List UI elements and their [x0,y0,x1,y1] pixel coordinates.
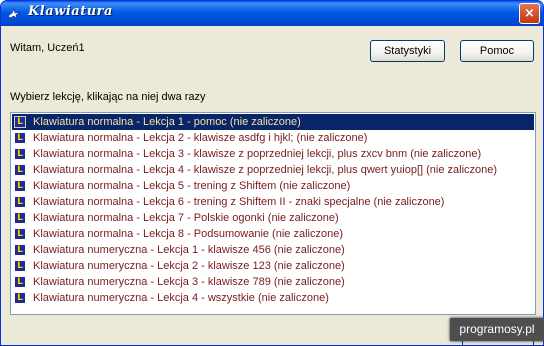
lesson-label: Klawiatura normalna - Lekcja 4 - klawisz… [33,164,498,176]
lesson-label: Klawiatura normalna - Lekcja 8 - Podsumo… [33,228,343,240]
lesson-item[interactable]: L Klawiatura normalna - Lekcja 2 - klawi… [12,130,534,146]
statistics-button[interactable]: Statystyki [370,40,445,62]
lesson-item[interactable]: L Klawiatura normalna - Lekcja 8 - Podsu… [12,226,534,242]
lesson-item[interactable]: L Klawiatura normalna - Lekcja 3 - klawi… [12,146,534,162]
bird-icon [7,8,21,20]
main-window: Klawiatura × Witam, Uczeń1 Statystyki Po… [0,0,544,346]
watermark-badge: programosy.pl [450,318,544,341]
lesson-label: Klawiatura normalna - Lekcja 2 - klawisz… [33,132,368,144]
lesson-list[interactable]: L Klawiatura normalna - Lekcja 1 - pomoc… [10,112,536,315]
close-button[interactable]: × [519,3,540,24]
lesson-item[interactable]: L Klawiatura normalna - Lekcja 5 - treni… [12,178,534,194]
lesson-l-icon: L [14,212,26,224]
lesson-item[interactable]: L Klawiatura normalna - Lekcja 4 - klawi… [12,162,534,178]
window-title: Klawiatura [28,4,113,19]
lesson-item[interactable]: L Klawiatura numeryczna - Lekcja 2 - kla… [12,258,534,274]
lesson-l-icon: L [14,116,26,128]
greeting-text: Witam, Uczeń1 [10,42,85,54]
lesson-l-icon: L [14,132,26,144]
lesson-label: Klawiatura numeryczna - Lekcja 2 - klawi… [33,260,345,272]
lesson-l-icon: L [14,260,26,272]
lesson-item[interactable]: L Klawiatura normalna - Lekcja 6 - treni… [12,194,534,210]
lesson-label: Klawiatura numeryczna - Lekcja 3 - klawi… [33,276,345,288]
lesson-label: Klawiatura normalna - Lekcja 1 - pomoc (… [33,116,301,128]
lesson-label: Klawiatura normalna - Lekcja 6 - trening… [33,196,445,208]
lesson-l-icon: L [14,244,26,256]
instruction-text: Wybierz lekcję, klikając na niej dwa raz… [10,91,206,103]
lesson-l-icon: L [14,228,26,240]
title-bar[interactable]: Klawiatura × [1,1,543,26]
lesson-item[interactable]: L Klawiatura numeryczna - Lekcja 3 - kla… [12,274,534,290]
lesson-label: Klawiatura numeryczna - Lekcja 4 - wszys… [33,292,329,304]
lesson-label: Klawiatura normalna - Lekcja 5 - trening… [33,180,351,192]
lesson-label: Klawiatura normalna - Lekcja 7 - Polskie… [33,212,339,224]
lesson-label: Klawiatura normalna - Lekcja 3 - klawisz… [33,148,482,160]
lesson-l-icon: L [14,164,26,176]
lesson-l-icon: L [14,292,26,304]
lesson-l-icon: L [14,180,26,192]
lesson-item[interactable]: L Klawiatura normalna - Lekcja 7 - Polsk… [12,210,534,226]
lesson-label: Klawiatura numeryczna - Lekcja 1 - klawi… [33,244,345,256]
close-icon: × [524,6,535,21]
lesson-item[interactable]: L Klawiatura numeryczna - Lekcja 4 - wsz… [12,290,534,306]
lesson-l-icon: L [14,148,26,160]
lesson-l-icon: L [14,276,26,288]
help-button[interactable]: Pomoc [460,40,534,62]
lesson-item[interactable]: L Klawiatura normalna - Lekcja 1 - pomoc… [12,114,534,130]
lesson-item[interactable]: L Klawiatura numeryczna - Lekcja 1 - kla… [12,242,534,258]
lesson-l-icon: L [14,196,26,208]
